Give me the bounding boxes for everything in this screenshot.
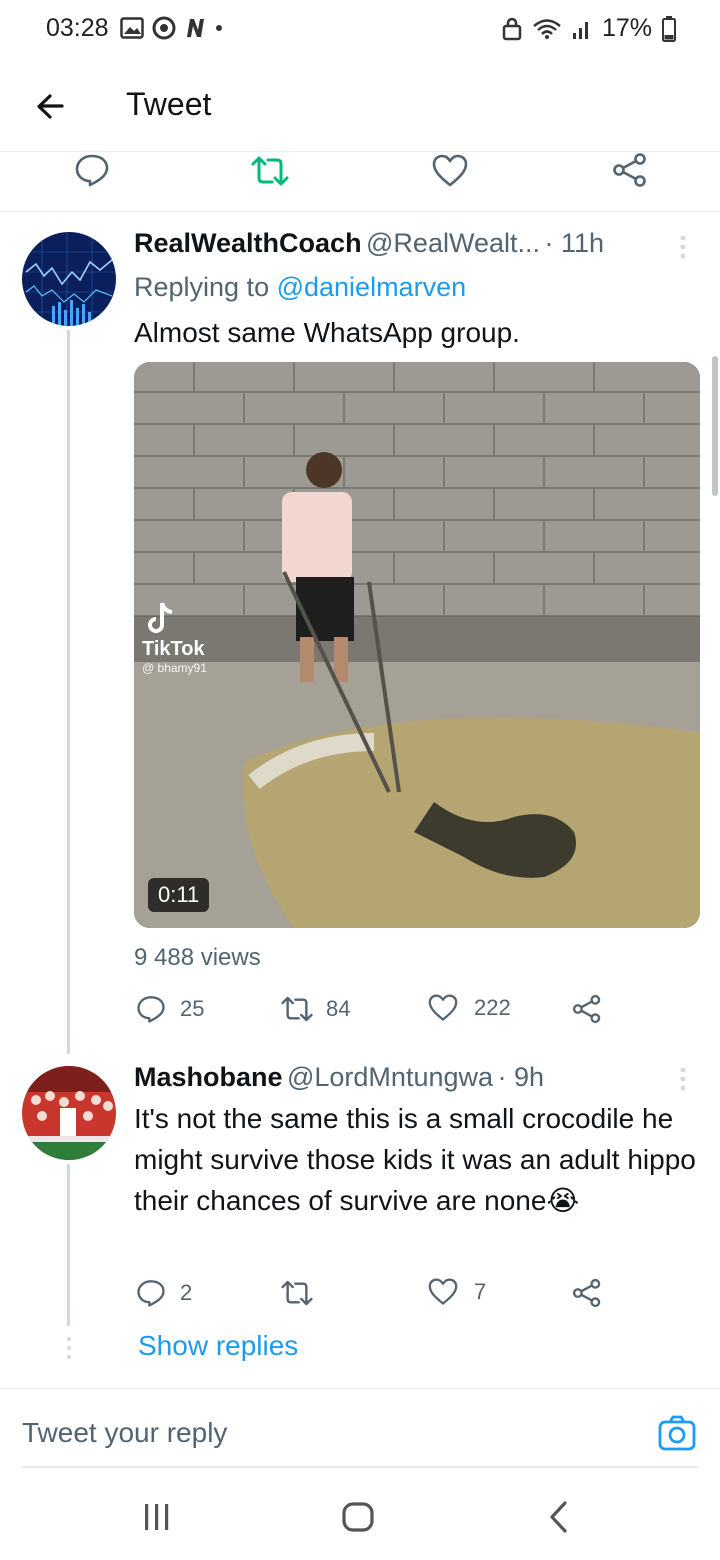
reply-input[interactable]: Tweet your reply (22, 1417, 227, 1449)
reply-count: 2 (180, 1280, 193, 1305)
reply-header: Mashobane @LordMntungwa · 9h (134, 1062, 674, 1093)
reply-icon (137, 1280, 165, 1307)
system-back-button[interactable] (546, 1500, 570, 1534)
system-nav-bar (0, 1470, 720, 1560)
share-icon (613, 153, 646, 187)
main-tweet-actions (0, 152, 720, 212)
signal-icon (572, 21, 588, 39)
notification-icons (120, 16, 224, 40)
reply-icon (137, 996, 165, 1023)
like-button[interactable] (432, 154, 468, 188)
like-button[interactable]: 7 (428, 1278, 486, 1306)
retweet-icon (281, 1280, 313, 1306)
video-duration: 0:11 (148, 878, 210, 912)
retweet-button[interactable] (250, 154, 290, 188)
status-right: 17% (502, 14, 676, 43)
reply-button[interactable]: 2 (136, 1278, 192, 1308)
reply-button[interactable]: 25 (136, 994, 204, 1024)
like-count: 7 (474, 1279, 487, 1304)
home-button[interactable] (342, 1502, 374, 1532)
thread-line (67, 1164, 70, 1326)
retweet-button[interactable] (280, 1278, 314, 1308)
page-title: Tweet (126, 86, 212, 122)
reply-count: 25 (180, 996, 205, 1021)
like-count: 222 (474, 995, 511, 1020)
share-icon (572, 994, 601, 1024)
tweet-text: Almost same WhatsApp group. (134, 317, 520, 348)
thread-dots (66, 1336, 72, 1360)
heart-icon (428, 994, 458, 1021)
wifi-icon (533, 18, 561, 39)
share-button[interactable] (572, 994, 602, 1024)
replying-to: Replying to @danielmarven (134, 272, 466, 303)
more-options-button[interactable] (678, 1066, 688, 1092)
more-vertical-icon (680, 235, 686, 259)
back-button[interactable] (28, 84, 74, 130)
heart-icon (428, 1278, 458, 1305)
tiktok-watermark: TikTok @ bhamy91 (142, 600, 207, 675)
app-header: Tweet (0, 60, 720, 152)
dot-icon (216, 25, 222, 31)
video-media[interactable]: TikTok @ bhamy91 0:11 (134, 362, 700, 928)
video-thumbnail (134, 362, 700, 928)
tiktok-logo-icon (148, 602, 173, 633)
like-button[interactable]: 222 (428, 994, 511, 1022)
user-handle[interactable]: @RealWealt... (366, 228, 540, 258)
lock-icon (502, 17, 522, 40)
share-button[interactable] (572, 1278, 602, 1308)
display-name[interactable]: RealWealthCoach (134, 228, 362, 258)
status-bar: 03:28 17% (0, 0, 720, 60)
reply-button[interactable] (74, 152, 110, 188)
heart-icon (432, 154, 468, 187)
replying-to-label: Replying to (134, 272, 277, 302)
retweet-count: 84 (326, 996, 351, 1021)
retweet-button[interactable]: 84 (280, 994, 350, 1024)
battery-icon (662, 15, 676, 42)
user-handle[interactable]: @LordMntungwa (287, 1062, 493, 1092)
reply-composer: Tweet your reply (0, 1388, 720, 1468)
arrow-left-icon (37, 94, 64, 119)
show-replies-link[interactable]: Show replies (138, 1330, 298, 1362)
camera-icon (658, 1415, 696, 1451)
composer-divider (22, 1466, 698, 1468)
camera-button[interactable] (658, 1414, 696, 1452)
retweet-icon (251, 156, 289, 186)
recent-apps-button[interactable] (140, 1502, 174, 1532)
reply-icon (75, 154, 109, 187)
view-count: 9 488 views (134, 944, 261, 971)
news-n-icon (187, 19, 204, 37)
chrome-icon (152, 16, 176, 40)
mention-link[interactable]: @danielmarven (277, 272, 467, 302)
home-icon (342, 1502, 374, 1532)
tiktok-user: @ bhamy91 (142, 661, 207, 675)
stock-chart-avatar-image (22, 232, 116, 326)
status-time: 03:28 (46, 14, 109, 42)
tweet-time: · 11h (544, 228, 604, 258)
avatar[interactable] (22, 1066, 116, 1160)
display-name[interactable]: Mashobane (134, 1062, 283, 1092)
recents-icon (145, 1504, 169, 1530)
crowd-avatar-image (22, 1066, 116, 1160)
tweet-time: · 9h (497, 1062, 544, 1092)
share-icon (572, 1278, 601, 1308)
more-vertical-icon (680, 1067, 686, 1091)
thread-dots-icon (67, 1337, 71, 1359)
share-button[interactable] (612, 152, 648, 188)
thread-line (67, 330, 70, 1054)
gallery-icon (120, 17, 144, 39)
more-options-button[interactable] (678, 234, 688, 260)
reply-header: RealWealthCoach @RealWealt... · 11h (134, 228, 674, 259)
chevron-left-icon (550, 1501, 567, 1533)
scrollbar[interactable] (712, 356, 718, 496)
tiktok-name: TikTok (142, 638, 205, 660)
avatar[interactable] (22, 232, 116, 326)
battery-percent: 17% (601, 14, 652, 42)
retweet-icon (281, 996, 313, 1022)
tweet-text: It's not the same this is a small crocod… (134, 1103, 696, 1216)
